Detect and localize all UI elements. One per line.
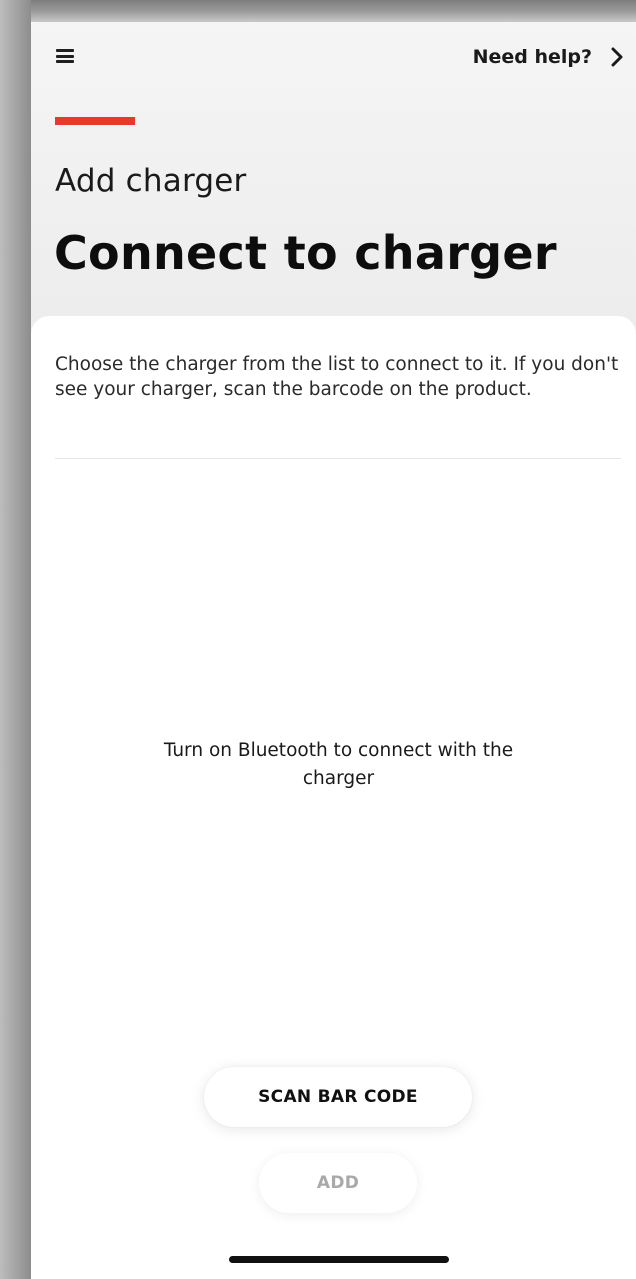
instructions-text: Choose the charger from the list to conn… bbox=[55, 354, 619, 400]
chevron-right-icon bbox=[611, 47, 623, 67]
add-button[interactable]: ADD bbox=[259, 1153, 417, 1213]
menu-icon[interactable] bbox=[56, 49, 74, 63]
content-card: Choose the charger from the list to conn… bbox=[31, 316, 636, 1279]
device-bezel-top bbox=[0, 0, 636, 22]
scan-bar-code-button[interactable]: SCAN BAR CODE bbox=[204, 1067, 472, 1127]
home-indicator[interactable] bbox=[229, 1256, 449, 1263]
device-frame: Need help? Add charger Connect to charge… bbox=[0, 0, 636, 1279]
add-label: ADD bbox=[316, 1173, 360, 1193]
app-screen: Need help? Add charger Connect to charge… bbox=[31, 22, 636, 1279]
accent-bar bbox=[55, 117, 135, 125]
device-bezel-left bbox=[0, 0, 31, 1279]
page-subtitle: Add charger bbox=[55, 163, 247, 199]
top-bar: Need help? bbox=[31, 22, 636, 94]
page-title: Connect to charger bbox=[54, 226, 557, 280]
bluetooth-message: Turn on Bluetooth to connect with the ch… bbox=[163, 740, 514, 789]
divider bbox=[55, 458, 621, 459]
need-help-label: Need help? bbox=[472, 46, 592, 68]
scan-bar-code-label: SCAN BAR CODE bbox=[258, 1087, 418, 1107]
need-help-link[interactable]: Need help? bbox=[473, 42, 624, 72]
